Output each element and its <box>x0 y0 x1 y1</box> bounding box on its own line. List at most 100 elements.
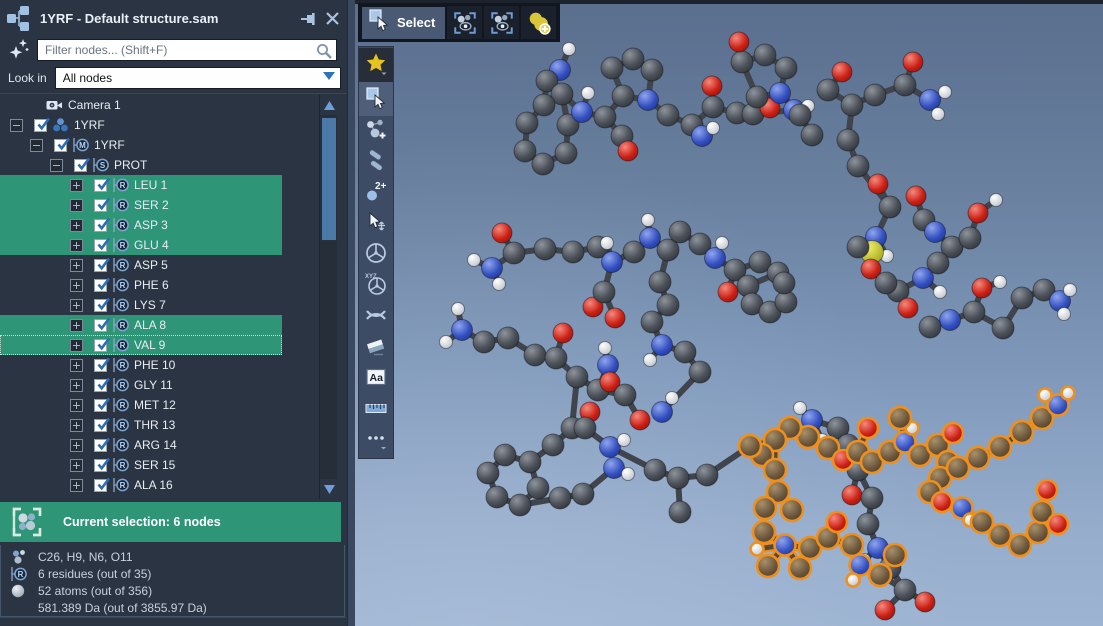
select-button[interactable]: Select <box>362 7 445 39</box>
filter-nodes-input[interactable] <box>37 39 337 61</box>
expander-plus-icon[interactable] <box>70 439 83 452</box>
visibility-checkbox[interactable] <box>94 279 107 292</box>
visibility-checkbox[interactable] <box>94 259 107 272</box>
look-in-dropdown[interactable]: All nodes <box>55 67 341 89</box>
expander-plus-icon[interactable] <box>70 179 83 192</box>
chain-icon: S <box>92 157 109 173</box>
group-add-button[interactable] <box>521 6 556 39</box>
favorites-button[interactable] <box>359 48 393 82</box>
visibility-checkbox[interactable] <box>94 319 107 332</box>
residue-icon: R <box>112 397 129 413</box>
residue-icon: R <box>112 257 129 273</box>
tree-item-ser-15[interactable]: RSER 15 <box>0 455 282 475</box>
select-tool-button[interactable] <box>359 82 393 116</box>
more-tools-button[interactable] <box>359 426 393 457</box>
filter-nodes-field[interactable] <box>38 40 336 60</box>
close-icon[interactable] <box>323 9 341 27</box>
visibility-checkbox[interactable] <box>94 399 107 412</box>
svg-text:M: M <box>79 141 86 150</box>
scroll-up-icon[interactable] <box>320 95 338 115</box>
expander-plus-icon[interactable] <box>70 219 83 232</box>
expander-plus-icon[interactable] <box>70 319 83 332</box>
tree-item-arg-14[interactable]: RARG 14 <box>0 435 282 455</box>
visibility-checkbox[interactable] <box>94 339 107 352</box>
tree-item-glu-4[interactable]: RGLU 4 <box>0 235 282 255</box>
expander-plus-icon[interactable] <box>70 239 83 252</box>
charge-tool-button[interactable]: 2+ <box>359 178 393 209</box>
visibility-checkbox[interactable] <box>54 139 67 152</box>
svg-text:R: R <box>120 321 126 330</box>
tree-item-asp-5[interactable]: R ASP 5 <box>0 255 282 275</box>
visibility-checkbox[interactable] <box>94 479 107 492</box>
residue-icon: R <box>10 566 28 582</box>
svg-text:R: R <box>120 421 126 430</box>
rotate-wheel-xyz-button[interactable]: XYZ <box>359 271 393 302</box>
label-tool-button[interactable]: Aa <box>359 364 393 395</box>
ruler-button[interactable] <box>359 395 393 426</box>
visibility-checkbox[interactable] <box>94 379 107 392</box>
tree-item-label: LYS 7 <box>134 298 166 312</box>
expander-plus-icon[interactable] <box>70 399 83 412</box>
visibility-checkbox[interactable] <box>94 359 107 372</box>
current-selection-banner[interactable]: Current selection: 6 nodes <box>0 502 341 542</box>
residue-icon: R <box>112 417 129 433</box>
tree-item-met-12[interactable]: RMET 12 <box>0 395 282 415</box>
expander-minus-icon[interactable] <box>10 119 23 132</box>
expander-plus-icon[interactable] <box>70 199 83 212</box>
magic-sparkle-icon[interactable] <box>6 38 32 62</box>
expander-plus-icon[interactable] <box>70 279 83 292</box>
bond-tool-button[interactable] <box>359 147 393 178</box>
select-set-visible-button[interactable] <box>447 6 482 39</box>
panel-divider[interactable] <box>347 0 355 626</box>
scroll-down-icon[interactable] <box>320 479 338 499</box>
scrollbar-thumb[interactable] <box>321 117 337 241</box>
select-set-highlight-button[interactable] <box>484 6 519 39</box>
rotate-wheel-button[interactable] <box>359 240 393 271</box>
tree-item-ala-8[interactable]: RALA 8 <box>0 315 282 335</box>
select-button-label: Select <box>397 15 435 30</box>
expander-plus-icon[interactable] <box>70 359 83 372</box>
visibility-checkbox[interactable] <box>94 179 107 192</box>
expander-plus-icon[interactable] <box>70 259 83 272</box>
expander-plus-icon[interactable] <box>70 379 83 392</box>
visibility-checkbox[interactable] <box>94 419 107 432</box>
expander-plus-icon[interactable] <box>70 479 83 492</box>
tree-item-val-9[interactable]: RVAL 9 <box>0 335 282 355</box>
expander-plus-icon[interactable] <box>70 299 83 312</box>
visibility-checkbox[interactable] <box>74 159 87 172</box>
tree-item-lys-7[interactable]: RLYS 7 <box>0 295 282 315</box>
tree-item-phe-6[interactable]: RPHE 6 <box>0 275 282 295</box>
tree-item-camera-1[interactable]: Camera 1 <box>0 95 282 115</box>
add-structure-button[interactable] <box>359 116 393 147</box>
tree-scrollbar[interactable] <box>319 95 337 499</box>
visibility-checkbox[interactable] <box>94 239 107 252</box>
tree-item-asp-3[interactable]: RASP 3 <box>0 215 282 235</box>
visibility-checkbox[interactable] <box>94 219 107 232</box>
tree-item-prot[interactable]: SPROT <box>0 155 282 175</box>
visibility-checkbox[interactable] <box>94 459 107 472</box>
expander-plus-icon[interactable] <box>70 459 83 472</box>
tree-item-1yrf[interactable]: M1YRF <box>0 135 282 155</box>
twist-tool-button[interactable] <box>359 302 393 333</box>
expander-minus-icon[interactable] <box>50 159 63 172</box>
expander-plus-icon[interactable] <box>70 339 83 352</box>
tree-item-ala-16[interactable]: RALA 16 <box>0 475 282 495</box>
filter-row <box>0 36 347 64</box>
eraser-button[interactable] <box>359 333 393 364</box>
expander-plus-icon[interactable] <box>70 419 83 432</box>
tree-item-gly-11[interactable]: RGLY 11 <box>0 375 282 395</box>
tree-item-leu-1[interactable]: RLEU 1 <box>0 175 282 195</box>
pin-icon[interactable] <box>299 9 317 27</box>
visibility-checkbox[interactable] <box>94 199 107 212</box>
tree-item-phe-10[interactable]: RPHE 10 <box>0 355 282 375</box>
tree-item-label: ASP 5 <box>134 258 168 272</box>
visibility-checkbox[interactable] <box>34 119 47 132</box>
visibility-checkbox[interactable] <box>94 439 107 452</box>
pull-tool-button[interactable] <box>359 209 393 240</box>
tree-item-1yrf[interactable]: 1YRF <box>0 115 282 135</box>
tree-item-ser-2[interactable]: RSER 2 <box>0 195 282 215</box>
expander-minus-icon[interactable] <box>30 139 43 152</box>
tree-item-thr-13[interactable]: RTHR 13 <box>0 415 282 435</box>
visibility-checkbox[interactable] <box>94 299 107 312</box>
svg-text:R: R <box>120 441 126 450</box>
